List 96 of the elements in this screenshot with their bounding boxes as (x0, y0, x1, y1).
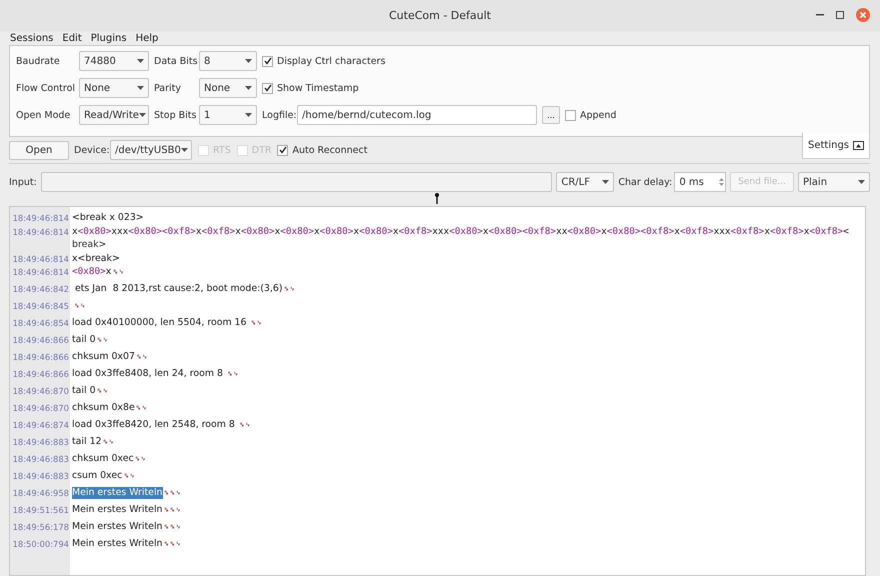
timestamp: 18:49:51:561 (12, 504, 70, 516)
checkbox[interactable] (277, 144, 288, 156)
log-message: x<break> (72, 252, 120, 264)
timestamp: 18:49:46:814 (12, 212, 70, 224)
maximize-icon[interactable] (836, 11, 844, 19)
log-message: Mein erstes Writeln (72, 538, 162, 550)
field-label: Device: (74, 144, 110, 156)
timestamp: 18:49:46:854 (12, 317, 70, 329)
checkmark-icon (278, 146, 287, 154)
log-message: load 0x3ffe8420, len 2548, room 8 (72, 419, 236, 431)
browse-button[interactable]: ... (542, 106, 560, 124)
field-label: Baudrate (16, 56, 61, 66)
timestamp: 18:49:46:866 (12, 368, 70, 380)
log-message: <break x 023> (72, 212, 144, 224)
checkmark-icon (264, 84, 272, 92)
field-label: Parity (153, 82, 182, 94)
combo-box[interactable]: None (79, 78, 149, 98)
log-message: Mein erstes Writeln (72, 504, 162, 516)
checkbox[interactable] (262, 82, 273, 94)
splitter-handle-icon[interactable] (435, 193, 439, 205)
dropdown-caret-icon (858, 180, 865, 184)
menu-item[interactable]: Plugins (90, 32, 127, 44)
line-ending-combo-box[interactable]: CR/LF (556, 172, 614, 192)
dropdown-caret-icon (138, 113, 146, 117)
timestamp: 18:49:46:845 (12, 300, 70, 312)
field-label: Char delay: (618, 176, 670, 188)
timestamp: 18:49:46:866 (12, 351, 70, 363)
combo-box[interactable]: Read/Write (79, 105, 149, 125)
window-title: CuteCom - Default (388, 9, 491, 22)
field-label: Stop Bits (153, 110, 198, 120)
checkbox-label: Display Ctrl characters (277, 56, 386, 66)
checkbox-label: Auto Reconnect (292, 144, 368, 156)
timestamp: 18:49:56:178 (12, 521, 70, 533)
field-label: Input: (9, 176, 37, 188)
combo-box[interactable]: 8 (199, 51, 257, 71)
log-message: tail 0 (72, 385, 96, 397)
format-combo-box[interactable]: Plain (798, 172, 870, 192)
device-combo-box[interactable]: /dev/ttyUSB0 (110, 140, 192, 160)
menu-item[interactable]: Sessions (10, 32, 54, 44)
input-field[interactable] (41, 172, 552, 192)
combo-box[interactable]: 74880 (79, 51, 149, 71)
timestamp: 18:49:46:866 (12, 334, 70, 346)
dropdown-caret-icon (245, 113, 252, 117)
checkbox-label: Show Timestamp (277, 82, 359, 94)
dropdown-caret-icon (137, 86, 144, 90)
checkmark-icon (264, 57, 272, 65)
timestamp: 18:50:00:794 (12, 538, 70, 550)
log-message: chksum 0xec (72, 453, 134, 465)
timestamp: 18:49:46:814 (12, 252, 70, 264)
log-message: load 0x3ffe8408, len 24, room 8 (72, 368, 224, 380)
log-message: chksum 0x07 (72, 351, 135, 363)
panel-toggle-icon (853, 141, 864, 150)
log-message: tail 12 (72, 436, 102, 448)
checkbox-label: Append (580, 110, 616, 120)
open-button[interactable]: Open (9, 140, 69, 160)
char-delay-spinbox[interactable]: 0 ms (674, 172, 726, 192)
timestamp: 18:49:46:870 (12, 402, 70, 414)
log-message: tail 0 (72, 334, 96, 346)
menu-item[interactable]: Help (136, 32, 158, 44)
combo-box[interactable]: 1 (199, 105, 257, 125)
field-label: Flow Control (16, 82, 76, 94)
log-message: ets Jan 8 2013,rst cause:2, boot mode:(3,6) (74, 283, 283, 295)
dropdown-caret-icon (602, 180, 610, 184)
timestamp: 18:49:46:883 (12, 470, 70, 482)
checkbox[interactable] (262, 56, 273, 66)
dropdown-caret-icon (245, 86, 252, 90)
settings-tab[interactable]: Settings (802, 133, 870, 159)
log-message: x<0x80>xxx<0x80><0xf8>x<0xf8>x<0x80>x<0x80>x<0x80>x<0x80>x<0xf8>xxx<0x80>x<0x80><0xf8>xx<0x80>x<0x80><0xf8>x<0xf8>xxx<0xf8>x<0xf8>x<0xf8>< (72, 226, 849, 238)
timestamp: 18:49:46:870 (12, 385, 70, 397)
timestamp: 18:49:46:958 (12, 487, 70, 499)
logfile-field[interactable]: /home/bernd/cutecom.log (297, 105, 537, 125)
close-icon[interactable] (856, 8, 870, 22)
log-message: chksum 0x8e (72, 402, 135, 414)
field-label: Logfile: (262, 110, 297, 120)
dropdown-caret-icon (180, 148, 188, 152)
timestamp: 18:49:46:842 (12, 283, 70, 295)
checkbox[interactable] (565, 110, 576, 120)
log-message: Mein erstes Writeln (72, 487, 162, 499)
log-message: load 0x40100000, len 5504, room 16 (72, 317, 248, 329)
timestamp: 18:49:46:814 (12, 226, 70, 238)
timestamp: 18:49:46:814 (12, 266, 70, 278)
log-message: <0x80>x (72, 266, 112, 278)
dropdown-caret-icon (245, 59, 252, 63)
timestamp: 18:49:46:874 (12, 419, 70, 431)
combo-box[interactable]: None (199, 78, 257, 98)
spin-arrows-icon (718, 176, 726, 188)
log-message: Mein erstes Writeln (72, 521, 162, 533)
field-label: Data Bits (153, 56, 199, 66)
dropdown-caret-icon (137, 59, 144, 63)
field-label: Open Mode (16, 110, 72, 120)
log-message: csum 0xec (72, 470, 122, 482)
timestamp: 18:49:46:883 (12, 453, 70, 465)
minimize-icon[interactable] (816, 14, 824, 16)
menu-item[interactable]: Edit (62, 32, 82, 44)
log-message: break> (72, 239, 106, 250)
timestamp: 18:49:46:883 (12, 436, 70, 448)
